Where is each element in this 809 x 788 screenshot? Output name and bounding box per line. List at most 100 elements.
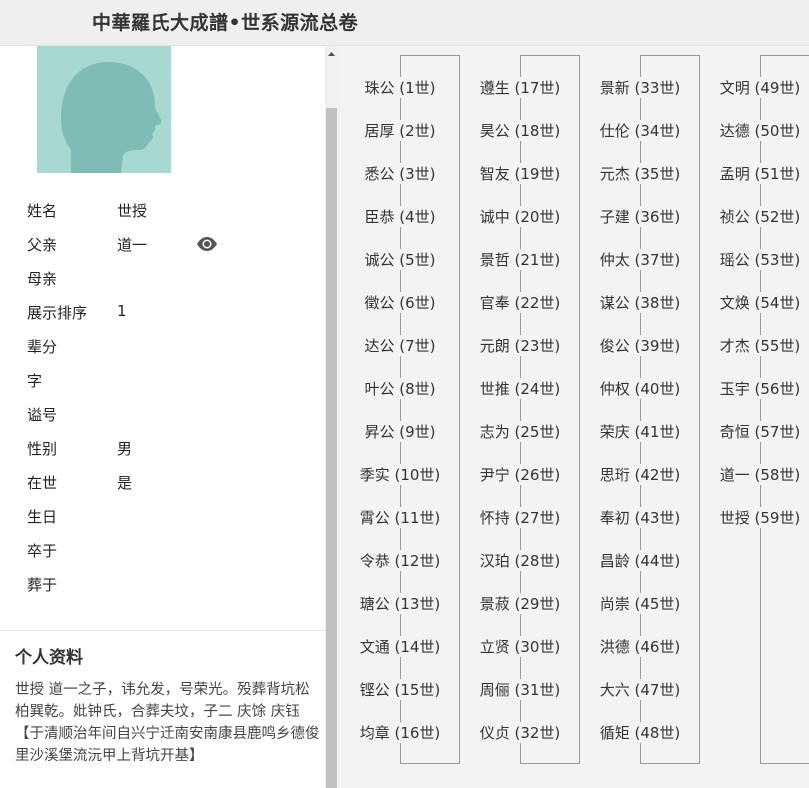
generation-link[interactable]: 思珩 (42世) <box>598 464 682 485</box>
field-label: 展示排序 <box>27 304 88 322</box>
generation-link[interactable]: 奉初 (43世) <box>598 507 682 528</box>
generation-link[interactable]: 奇恒 (57世) <box>718 421 802 442</box>
generation-link[interactable]: 景新 (33世) <box>598 77 682 98</box>
avatar <box>37 46 171 173</box>
generation-link[interactable]: 洪德 (46世) <box>598 636 682 657</box>
field-label: 性别 <box>27 440 58 458</box>
field-name: 姓名 世授 <box>0 200 325 224</box>
generation-link[interactable]: 遵生 (17世) <box>478 77 562 98</box>
generation-link[interactable]: 荣庆 (41世) <box>598 421 682 442</box>
generation-link[interactable]: 文通 (14世) <box>358 636 442 657</box>
field-label: 父亲 <box>27 236 58 254</box>
field-order: 展示排序 1 <box>0 302 325 326</box>
generation-link[interactable]: 景哲 (21世) <box>478 249 562 270</box>
generation-link[interactable]: 孟明 (51世) <box>718 163 802 184</box>
generation-link[interactable]: 俊公 (39世) <box>598 335 682 356</box>
generation-link[interactable]: 景菽 (29世) <box>478 593 562 614</box>
generation-link[interactable]: 祯公 (52世) <box>718 206 802 227</box>
field-label: 母亲 <box>27 270 58 288</box>
eye-icon[interactable] <box>196 236 218 252</box>
page-title: 中華羅氏大成譜•世系源流总卷 <box>92 12 359 34</box>
generation-link[interactable]: 道一 (58世) <box>718 464 802 485</box>
generation-link[interactable]: 才杰 (55世) <box>718 335 802 356</box>
field-death-date: 卒于 <box>0 540 325 564</box>
field-label: 字 <box>27 372 43 390</box>
generation-link[interactable]: 元朗 (23世) <box>478 335 562 356</box>
generation-link[interactable]: 臣恭 (4世) <box>363 206 437 227</box>
generation-link[interactable]: 徵公 (6世) <box>363 292 437 313</box>
field-label: 姓名 <box>27 202 58 220</box>
generation-link[interactable]: 大六 (47世) <box>598 679 682 700</box>
generation-link[interactable]: 立贤 (30世) <box>478 636 562 657</box>
generation-link[interactable]: 世授 (59世) <box>718 507 802 528</box>
generation-link[interactable]: 尹宁 (26世) <box>478 464 562 485</box>
field-value: 1 <box>117 302 127 320</box>
generation-link[interactable]: 达公 (7世) <box>363 335 437 356</box>
field-posthumous-name: 谥号 <box>0 404 325 428</box>
scroll-up-arrow-icon[interactable] <box>325 46 338 60</box>
generation-column-frame <box>760 55 809 764</box>
profile-title: 个人资料 <box>15 648 83 668</box>
generation-column-frame <box>520 55 580 764</box>
generation-link[interactable]: 志为 (25世) <box>478 421 562 442</box>
generation-link[interactable]: 瑶公 (53世) <box>718 249 802 270</box>
generation-link[interactable]: 均章 (16世) <box>358 722 442 743</box>
generation-column-frame <box>400 55 460 764</box>
header-bar: 中華羅氏大成譜•世系源流总卷 <box>0 0 809 46</box>
generation-link[interactable]: 悉公 (3世) <box>363 163 437 184</box>
generation-link[interactable]: 世推 (24世) <box>478 378 562 399</box>
generation-link[interactable]: 诚公 (5世) <box>363 249 437 270</box>
lineage-panel: 珠公 (1世) 居厚 (2世) 悉公 (3世) 臣恭 (4世) 诚公 (5世) 徵公 (6… <box>338 46 809 788</box>
field-birthday: 生日 <box>0 506 325 530</box>
generation-link[interactable]: 铿公 (15世) <box>358 679 442 700</box>
profile-text-line: 世授 道一之子，讳允发，号荣光。殁葬背坑松柏巽乾。妣钟氏，合葬夫坟，子二 庆馀 … <box>15 682 310 720</box>
generation-link[interactable]: 叶公 (8世) <box>363 378 437 399</box>
generation-link[interactable]: 令恭 (12世) <box>358 550 442 571</box>
generation-link[interactable]: 官奉 (22世) <box>478 292 562 313</box>
field-label: 辈分 <box>27 338 58 356</box>
generation-link[interactable]: 仲太 (37世) <box>598 249 682 270</box>
generation-link[interactable]: 季实 (10世) <box>358 464 442 485</box>
generation-link[interactable]: 仲权 (40世) <box>598 378 682 399</box>
generation-link[interactable]: 循矩 (48世) <box>598 722 682 743</box>
generation-column-frame <box>640 55 700 764</box>
generation-link[interactable]: 昊公 (18世) <box>478 120 562 141</box>
field-value: 男 <box>117 440 133 458</box>
generation-link[interactable]: 居厚 (2世) <box>363 120 437 141</box>
generation-link[interactable]: 怀持 (27世) <box>478 507 562 528</box>
generation-link[interactable]: 智友 (19世) <box>478 163 562 184</box>
field-mother: 母亲 <box>0 268 325 292</box>
generation-link[interactable]: 仕伦 (34世) <box>598 120 682 141</box>
generation-link[interactable]: 子建 (36世) <box>598 206 682 227</box>
generation-link[interactable]: 昌龄 (44世) <box>598 550 682 571</box>
person-detail-panel: 姓名 世授 父亲 道一 母亲 展示排序 1 辈分 字 谥号 性别 男 在世 是 … <box>0 46 325 788</box>
field-label: 谥号 <box>27 406 58 424</box>
scrollbar-thumb[interactable] <box>326 108 337 788</box>
field-living: 在世 是 <box>0 472 325 496</box>
field-label: 葬于 <box>27 576 58 594</box>
generation-link[interactable]: 昇公 (9世) <box>363 421 437 442</box>
generation-link[interactable]: 元杰 (35世) <box>598 163 682 184</box>
generation-link[interactable]: 玉宇 (56世) <box>718 378 802 399</box>
person-silhouette-icon <box>61 62 162 173</box>
generation-link[interactable]: 珠公 (1世) <box>363 77 437 98</box>
generation-link[interactable]: 霄公 (11世) <box>358 507 442 528</box>
profile-section: 个人资料 世授 道一之子，讳允发，号荣光。殁葬背坑松柏巽乾。妣钟氏，合葬夫坟，子… <box>0 630 325 788</box>
generation-link[interactable]: 瑭公 (13世) <box>358 593 442 614</box>
generation-link[interactable]: 仪贞 (32世) <box>478 722 562 743</box>
field-value: 是 <box>117 474 133 492</box>
field-label: 卒于 <box>27 542 58 560</box>
generation-link[interactable]: 达德 (50世) <box>718 120 802 141</box>
left-panel-scrollbar[interactable] <box>325 46 338 788</box>
generation-link[interactable]: 诚中 (20世) <box>478 206 562 227</box>
generation-link[interactable]: 汉珀 (28世) <box>478 550 562 571</box>
field-burial-place: 葬于 <box>0 574 325 598</box>
generation-link[interactable]: 谋公 (38世) <box>598 292 682 313</box>
profile-text: 世授 道一之子，讳允发，号荣光。殁葬背坑松柏巽乾。妣钟氏，合葬夫坟，子二 庆馀 … <box>15 679 320 767</box>
generation-link[interactable]: 文明 (49世) <box>718 77 802 98</box>
generation-link[interactable]: 周俪 (31世) <box>478 679 562 700</box>
generation-link[interactable]: 尚崇 (45世) <box>598 593 682 614</box>
field-courtesy-name: 字 <box>0 370 325 394</box>
field-value: 道一 <box>117 236 148 254</box>
generation-link[interactable]: 文焕 (54世) <box>718 292 802 313</box>
